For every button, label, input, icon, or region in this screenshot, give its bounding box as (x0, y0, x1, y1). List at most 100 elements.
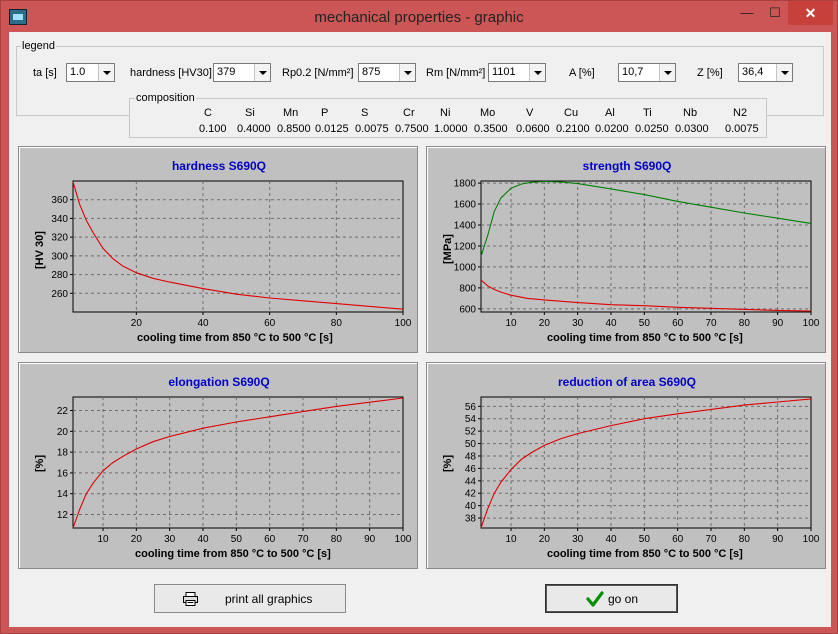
z-select[interactable]: 36,4 (738, 63, 793, 82)
hardness-chart-svg: 20 40 60 80 100 260 280 300 320 340 360 (51, 180, 412, 329)
x-tick-label: 90 (772, 534, 784, 545)
composition-element-value: 0.0125 (315, 123, 349, 135)
composition-element-value: 0.0600 (516, 123, 550, 135)
x-tick-label: 60 (264, 318, 276, 329)
y-tick-label: 340 (51, 214, 68, 225)
composition-element-value: 0.0075 (355, 123, 389, 135)
y-tick-label: 46 (465, 464, 477, 475)
y-tick-label: 800 (459, 283, 476, 294)
composition-element-name: Mn (283, 107, 299, 119)
composition-element-name: Al (605, 107, 615, 119)
print-all-graphics-button[interactable]: print all graphics (154, 584, 346, 613)
window-title: mechanical properties - graphic (314, 9, 524, 26)
z-label: Z [%] (697, 67, 723, 79)
y-tick-label: 1400 (454, 221, 477, 232)
go-on-button-label: go on (608, 592, 639, 606)
y-tick-label: 18 (57, 448, 69, 459)
composition-element-name: C (204, 107, 212, 119)
composition-element-value: 0.100 (199, 123, 227, 135)
plot-area (72, 396, 404, 529)
y-axis-label: [%] (442, 454, 454, 472)
y-tick-label: 320 (51, 233, 68, 244)
chevron-down-icon[interactable] (659, 64, 675, 81)
rm-select[interactable]: 1101 (488, 63, 546, 82)
x-tick-label: 30 (572, 318, 584, 329)
plot-area (480, 180, 812, 313)
strength-chart-svg: 10 20 30 40 50 60 70 80 90 100 600 800 1000 1200 1400 1… (454, 179, 820, 329)
composition-element-name: Mo (480, 107, 496, 119)
chevron-down-icon[interactable] (399, 64, 415, 81)
y-tick-label: 52 (465, 427, 477, 438)
x-axis-label: cooling time from 850 °C to 500 °C [s] (547, 548, 743, 560)
x-axis-label: cooling time from 850 °C to 500 °C [s] (547, 332, 743, 344)
y-tick-label: 54 (465, 414, 477, 425)
a-select[interactable]: 10,7 (618, 63, 676, 82)
chart-title: reduction of area S690Q (557, 375, 697, 389)
rp02-label: Rp0.2 [N/mm²] (282, 67, 354, 79)
ta-select[interactable]: 1.0 (66, 63, 115, 82)
y-tick-label: 1200 (454, 241, 477, 252)
x-tick-label: 90 (772, 318, 784, 329)
y-tick-label: 42 (465, 489, 477, 500)
x-tick-label: 70 (705, 534, 717, 545)
x-tick-label: 60 (264, 534, 276, 545)
composition-element-value: 0.7500 (395, 123, 429, 135)
y-tick-label: 40 (465, 501, 477, 512)
y-tick-label: 260 (51, 289, 68, 300)
reduction-chart-svg: 10 20 30 40 50 60 70 80 90 1003840424446485052545… (465, 396, 820, 545)
print-button-label: print all graphics (225, 592, 313, 606)
x-tick-label: 100 (395, 318, 412, 329)
minimize-button[interactable]: — (733, 1, 761, 25)
ta-label: ta [s] (33, 67, 57, 79)
composition-element-name: P (321, 107, 329, 119)
y-tick-label: 20 (57, 427, 69, 438)
chevron-down-icon[interactable] (254, 64, 270, 81)
x-tick-label: 20 (131, 318, 143, 329)
close-button[interactable]: ✕ (788, 1, 833, 25)
y-tick-label: 56 (465, 402, 477, 413)
plot-area (480, 396, 812, 529)
x-tick-label: 20 (131, 534, 143, 545)
x-tick-label: 100 (803, 318, 820, 329)
x-tick-label: 20 (539, 534, 551, 545)
x-axis-label: cooling time from 850 °C to 500 °C [s] (135, 548, 331, 560)
client-area: legend ta [s] 1.0 hardness [HV30] 379 Rp… (9, 32, 831, 627)
composition-element-value: 1.0000 (434, 123, 468, 135)
title-bar[interactable]: mechanical properties - graphic — ☐ ✕ (1, 1, 837, 33)
chart-title: elongation S690Q (168, 375, 270, 389)
chevron-down-icon[interactable] (98, 64, 114, 81)
y-tick-label: 16 (57, 468, 69, 479)
composition-element-value: 0.0200 (595, 123, 629, 135)
composition-element-name: S (361, 107, 369, 119)
elongation-chart: 10 20 30 40 50 60 70 80 90 100 12 14 16 18 20 22 elonga… (18, 362, 418, 569)
hardness-select[interactable]: 379 (213, 63, 271, 82)
go-on-button[interactable]: go on (545, 584, 678, 613)
x-tick-label: 60 (672, 534, 684, 545)
y-tick-label: 50 (465, 439, 477, 450)
maximize-button[interactable]: ☐ (761, 1, 789, 25)
check-icon (586, 591, 604, 607)
y-tick-label: 300 (51, 251, 68, 262)
y-axis-label: [%] (34, 454, 46, 472)
elongation-chart-svg: 10 20 30 40 50 60 70 80 90 100 12 14 16 18 20 22 (57, 396, 412, 545)
composition-element-value: 0.8500 (277, 123, 311, 135)
reduction-chart: 10 20 30 40 50 60 70 80 90 100 38 40 42 44 46 48 50 52 54 5… (426, 362, 826, 569)
composition-element-value: 0.3500 (474, 123, 508, 135)
plot-area (72, 180, 404, 313)
x-tick-label: 10 (505, 534, 517, 545)
y-tick-label: 1600 (454, 200, 477, 211)
composition-element-name: Ti (643, 107, 652, 119)
rp02-select[interactable]: 875 (358, 63, 416, 82)
x-tick-label: 50 (639, 534, 651, 545)
composition-element-value: 0.2100 (556, 123, 590, 135)
y-tick-label: 360 (51, 195, 68, 206)
x-tick-label: 50 (231, 534, 243, 545)
printer-icon (183, 592, 198, 606)
y-tick-label: 44 (465, 476, 477, 487)
y-tick-label: 600 (459, 304, 476, 315)
x-tick-label: 70 (297, 534, 309, 545)
x-axis-label: cooling time from 850 °C to 500 °C [s] (137, 332, 333, 344)
chevron-down-icon[interactable] (776, 64, 792, 81)
y-tick-label: 48 (465, 451, 477, 462)
chevron-down-icon[interactable] (529, 64, 545, 81)
